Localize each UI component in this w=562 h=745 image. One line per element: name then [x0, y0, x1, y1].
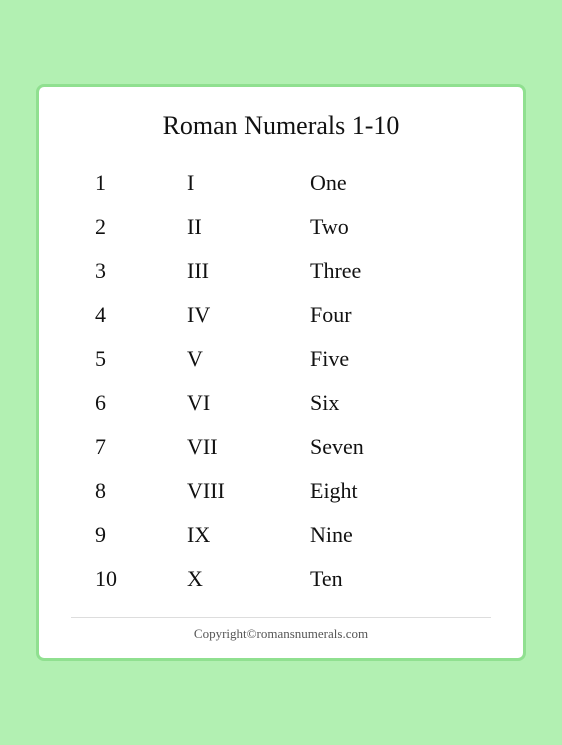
table-row: 6VISix	[71, 381, 491, 425]
numeral-number: 8	[71, 469, 155, 513]
numeral-word: Six	[302, 381, 491, 425]
table-row: 10XTen	[71, 557, 491, 601]
numeral-number: 3	[71, 249, 155, 293]
table-row: 9IXNine	[71, 513, 491, 557]
numeral-number: 7	[71, 425, 155, 469]
numeral-number: 5	[71, 337, 155, 381]
numerals-table: 1IOne2IITwo3IIIThree4IVFour5VFive6VISix7…	[71, 161, 491, 601]
numeral-roman: I	[155, 161, 302, 205]
card: Roman Numerals 1-10 1IOne2IITwo3IIIThree…	[36, 84, 526, 661]
footer: Copyright©romansnumerals.com	[71, 617, 491, 642]
numeral-roman: II	[155, 205, 302, 249]
numeral-word: Nine	[302, 513, 491, 557]
numeral-number: 1	[71, 161, 155, 205]
table-row: 7VIISeven	[71, 425, 491, 469]
numeral-number: 10	[71, 557, 155, 601]
numeral-word: Two	[302, 205, 491, 249]
numeral-word: Ten	[302, 557, 491, 601]
numeral-roman: VIII	[155, 469, 302, 513]
table-row: 8VIIIEight	[71, 469, 491, 513]
numeral-word: Four	[302, 293, 491, 337]
numeral-roman: X	[155, 557, 302, 601]
table-row: 5VFive	[71, 337, 491, 381]
numeral-word: One	[302, 161, 491, 205]
numeral-number: 6	[71, 381, 155, 425]
numeral-word: Five	[302, 337, 491, 381]
page-title: Roman Numerals 1-10	[71, 111, 491, 141]
numeral-roman: VII	[155, 425, 302, 469]
numeral-word: Eight	[302, 469, 491, 513]
numeral-number: 4	[71, 293, 155, 337]
numeral-roman: V	[155, 337, 302, 381]
numeral-number: 9	[71, 513, 155, 557]
numeral-word: Three	[302, 249, 491, 293]
numeral-roman: IX	[155, 513, 302, 557]
numeral-roman: IV	[155, 293, 302, 337]
table-row: 4IVFour	[71, 293, 491, 337]
table-row: 2IITwo	[71, 205, 491, 249]
numeral-roman: III	[155, 249, 302, 293]
numeral-word: Seven	[302, 425, 491, 469]
table-row: 3IIIThree	[71, 249, 491, 293]
table-row: 1IOne	[71, 161, 491, 205]
numeral-roman: VI	[155, 381, 302, 425]
numeral-number: 2	[71, 205, 155, 249]
